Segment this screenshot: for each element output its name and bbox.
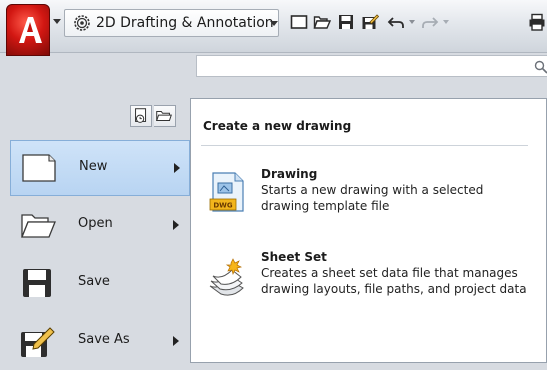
autocad-a-logo-icon (15, 13, 45, 47)
chevron-right-icon (173, 336, 179, 346)
save-icon (20, 266, 56, 300)
undo-icon[interactable] (387, 13, 405, 31)
chevron-right-icon (173, 220, 179, 230)
dwg-file-icon: DWG (207, 171, 247, 215)
new-command[interactable]: New (10, 140, 190, 196)
flyout-title: Create a new drawing (203, 119, 351, 133)
gear-icon (72, 13, 92, 33)
redo-dropdown-icon[interactable] (443, 20, 449, 24)
save-icon[interactable] (337, 13, 355, 31)
save-as-icon (20, 324, 56, 358)
chevron-down-icon (270, 21, 278, 27)
new-drawing-icon (21, 151, 57, 185)
drawing-option-description: Starts a new drawing with a selected dra… (261, 182, 531, 214)
recent-documents-icon (131, 106, 151, 126)
workspace-switcher[interactable]: 2D Drafting & Annotation (64, 9, 279, 37)
application-menu-commands: New Open Save Save As (0, 83, 190, 363)
divider (201, 145, 528, 146)
search-input[interactable] (196, 55, 547, 77)
undo-dropdown-icon[interactable] (409, 20, 415, 24)
open-folder-icon (20, 208, 56, 242)
recent-documents-button[interactable] (130, 105, 152, 127)
chevron-down-icon[interactable] (52, 16, 62, 26)
application-menu-button[interactable] (6, 4, 50, 56)
chevron-right-icon (174, 163, 180, 173)
new-drawing-option[interactable]: DWG Drawing Starts a new drawing with a … (201, 165, 531, 245)
plot-icon[interactable] (528, 13, 546, 31)
open-command[interactable]: Open (10, 198, 190, 254)
new-file-icon[interactable] (290, 13, 308, 31)
sheet-set-option-name: Sheet Set (261, 250, 327, 264)
open-documents-button[interactable] (154, 105, 176, 127)
save-as-command-label: Save As (78, 332, 130, 347)
open-folder-icon[interactable] (313, 13, 331, 31)
search-row (0, 53, 547, 83)
workspace-name: 2D Drafting & Annotation (96, 15, 274, 31)
open-command-label: Open (78, 216, 113, 231)
new-drawing-flyout: Create a new drawing DWG Drawing Starts … (190, 98, 547, 363)
redo-icon[interactable] (421, 13, 439, 31)
sheet-set-option-description: Creates a sheet set data file that manag… (261, 265, 531, 297)
new-command-label: New (79, 159, 107, 174)
open-documents-icon (154, 106, 174, 126)
dwg-badge: DWG (213, 202, 233, 210)
search-icon[interactable] (534, 60, 547, 74)
quick-access-toolbar: 2D Drafting & Annotation (0, 0, 547, 53)
sheet-set-icon (207, 254, 247, 298)
new-sheet-set-option[interactable]: Sheet Set Creates a sheet set data file … (201, 248, 531, 328)
save-command[interactable]: Save (10, 256, 190, 312)
save-as-command[interactable]: Save As (10, 314, 190, 370)
save-command-label: Save (78, 274, 110, 289)
drawing-option-name: Drawing (261, 167, 317, 181)
save-as-icon[interactable] (361, 13, 379, 31)
